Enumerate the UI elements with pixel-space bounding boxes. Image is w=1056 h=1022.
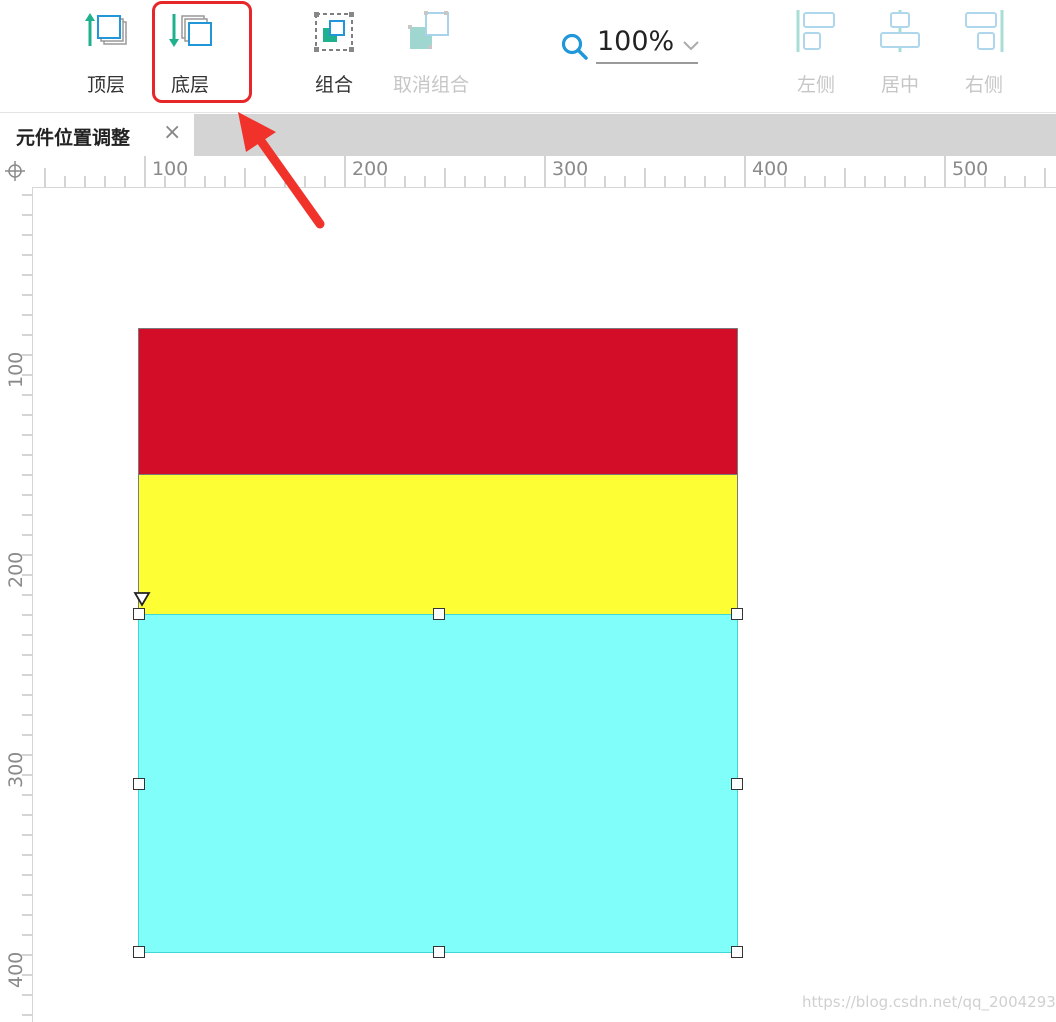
resize-handle-top[interactable] <box>433 608 445 620</box>
ruler-label-h: 100 <box>152 158 189 180</box>
toolbar: 顶层 底层 组合 取消组合 100% 左侧 居中 右侧 <box>0 0 1056 113</box>
align-right-button[interactable]: 右侧 <box>944 8 1024 98</box>
anchor-triangle-icon[interactable] <box>133 591 151 607</box>
watermark: https://blog.csdn.net/qq_20042935 <box>802 993 1056 1011</box>
align-right-label: 右侧 <box>964 74 1003 96</box>
chevron-down-icon <box>683 41 699 51</box>
align-center-button[interactable]: 居中 <box>860 8 940 98</box>
tab-bar: 元件位置调整 × <box>0 114 1056 156</box>
ruler-label-v: 100 <box>5 351 27 388</box>
ruler-label-v: 400 <box>5 951 27 988</box>
red-rectangle[interactable] <box>138 328 738 475</box>
align-left-icon <box>796 10 835 52</box>
tab-title: 元件位置调整 <box>16 127 131 149</box>
vertical-ruler <box>0 187 33 1022</box>
tab-component-position[interactable]: 元件位置调整 × <box>0 114 194 156</box>
yellow-rectangle[interactable] <box>138 474 738 615</box>
cyan-rectangle[interactable] <box>138 614 738 953</box>
highlight-box <box>152 1 252 103</box>
resize-handle-bottom[interactable] <box>433 946 445 958</box>
resize-handle-top-right[interactable] <box>731 608 743 620</box>
ruler-label-h: 300 <box>552 158 589 180</box>
align-left-button[interactable]: 左侧 <box>776 8 856 98</box>
ungroup-button[interactable]: 取消组合 <box>391 8 471 98</box>
ungroup-icon <box>408 11 449 49</box>
ruler-label-h: 200 <box>352 158 389 180</box>
zoom-value: 100% <box>597 26 675 57</box>
resize-handle-left[interactable] <box>133 778 145 790</box>
annotation-arrow-icon <box>238 112 325 229</box>
bring-to-front-button[interactable]: 顶层 <box>66 8 146 98</box>
zoom-control[interactable]: 100% <box>556 22 706 66</box>
resize-handle-bottom-left[interactable] <box>133 946 145 958</box>
close-icon[interactable]: × <box>163 120 181 145</box>
group-label: 组合 <box>314 74 353 96</box>
group-button[interactable]: 组合 <box>294 8 374 98</box>
ruler-label-h: 500 <box>952 158 989 180</box>
align-left-label: 左侧 <box>796 74 835 96</box>
group-icon <box>314 12 354 52</box>
crosshair-icon <box>5 161 25 181</box>
ruler-label-v: 200 <box>5 551 27 588</box>
ruler-label-h: 400 <box>752 158 789 180</box>
resize-handle-bottom-right[interactable] <box>731 946 743 958</box>
ruler-label-v: 300 <box>5 751 27 788</box>
resize-handle-right[interactable] <box>731 778 743 790</box>
resize-handle-top-left[interactable] <box>133 608 145 620</box>
ungroup-label: 取消组合 <box>392 74 469 96</box>
zoom-underline <box>596 62 698 64</box>
bring-to-front-label: 顶层 <box>86 74 125 96</box>
align-center-label: 居中 <box>880 74 919 96</box>
align-center-icon <box>880 10 920 52</box>
ruler-corner <box>0 156 32 187</box>
search-icon <box>561 33 588 60</box>
bring-to-front-icon <box>85 13 127 46</box>
align-right-icon <box>965 10 1004 52</box>
